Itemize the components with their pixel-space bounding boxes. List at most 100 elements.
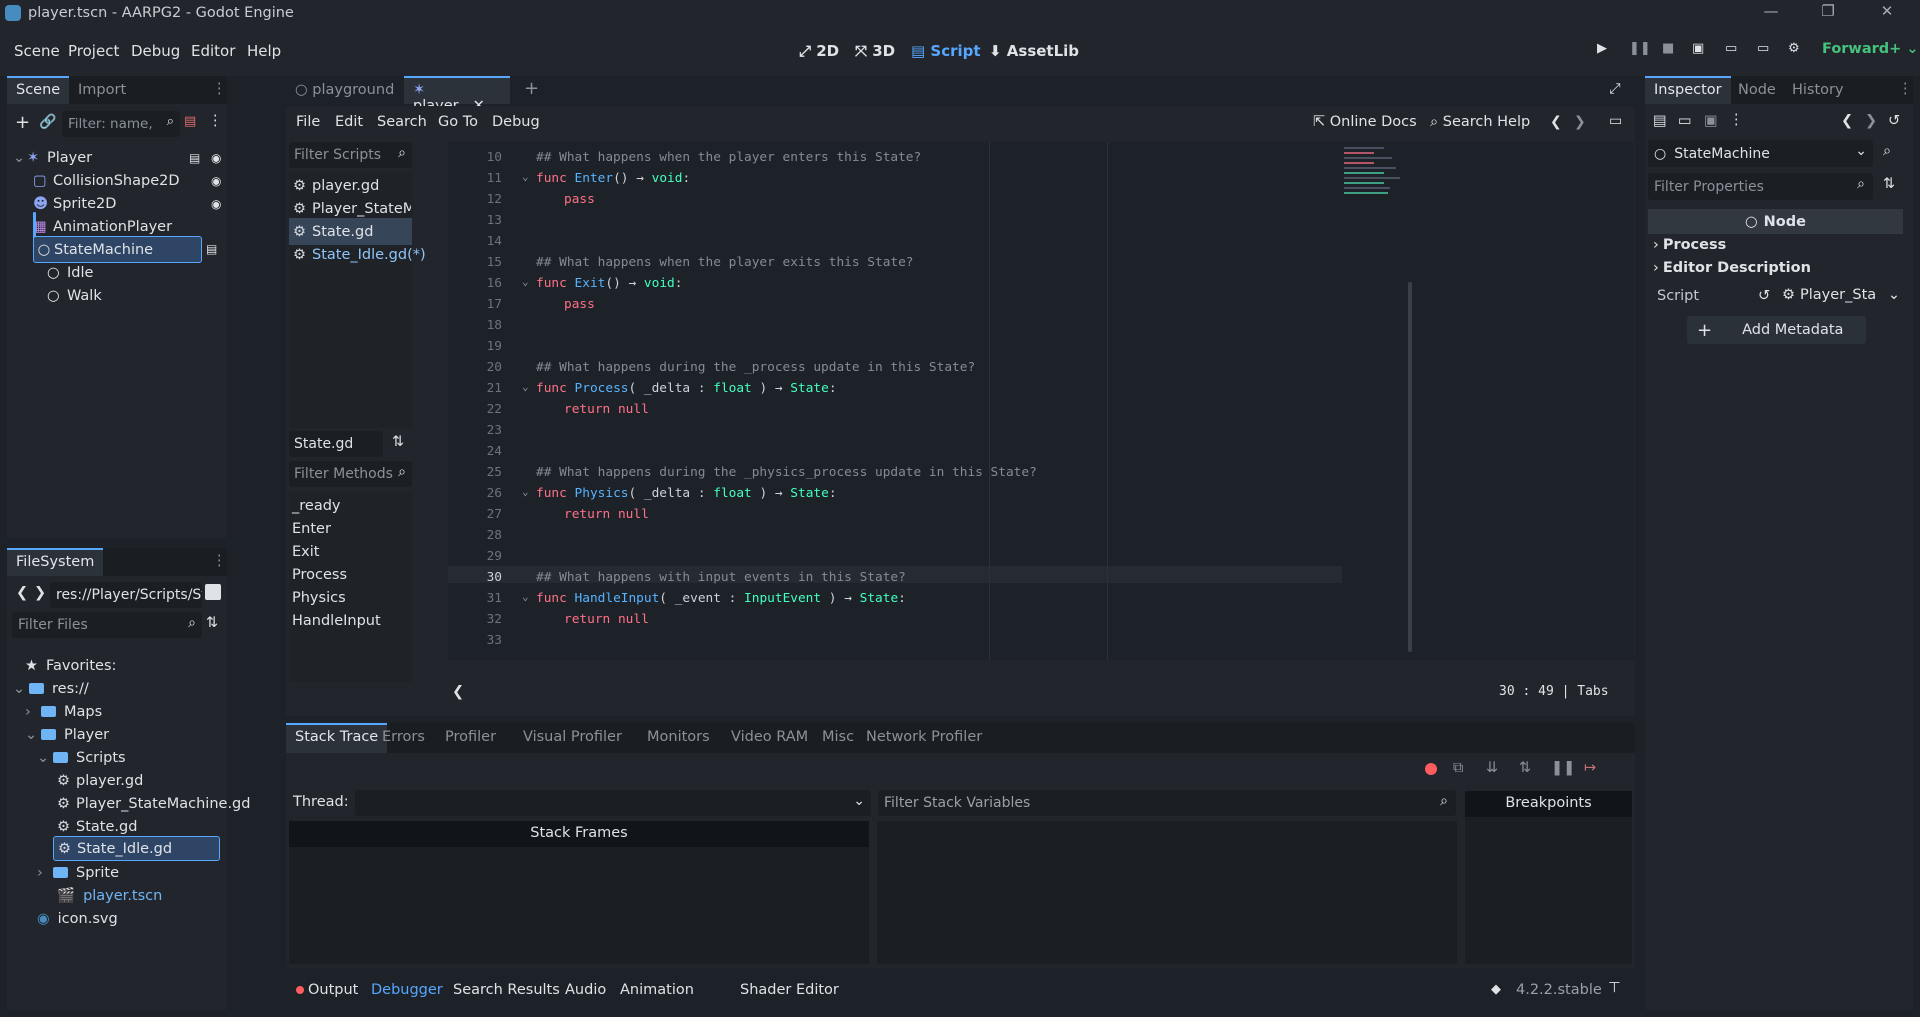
save-icon[interactable]: ▣ <box>1704 113 1718 129</box>
breakpoints-list[interactable]: Breakpoints <box>1465 791 1632 964</box>
step-into-icon[interactable]: ⇊ <box>1486 760 1498 776</box>
back-icon[interactable]: ❮ <box>16 585 28 601</box>
forward-icon[interactable]: ❯ <box>34 585 46 601</box>
process-section[interactable]: › Process <box>1653 237 1726 253</box>
minimap[interactable] <box>1344 144 1410 224</box>
tree-node-walk[interactable]: ○ Walk <box>47 282 197 309</box>
workspace-assetlib-button[interactable]: ⬇ AssetLib <box>989 42 1079 60</box>
play-custom-scene-icon[interactable]: ▭ <box>1757 41 1769 56</box>
next-script-icon[interactable]: ❯ <box>1574 114 1586 130</box>
code-scrollbar[interactable] <box>1408 282 1412 652</box>
fs-file-icon-svg[interactable]: ◉ icon.svg <box>37 905 118 932</box>
tab-filesystem[interactable]: FileSystem <box>7 548 104 576</box>
play-icon[interactable]: ▶ <box>1597 41 1607 56</box>
visibility-icon[interactable]: ◉ <box>211 151 221 165</box>
object-selector[interactable]: ○ StateMachine ⌄ <box>1648 140 1873 167</box>
stack-frames-list[interactable]: Stack Frames <box>289 821 869 964</box>
filter-stack-variables-input[interactable]: Filter Stack Variables ⌕ <box>878 790 1456 816</box>
scene-filter-input[interactable]: Filter: name, t:t ⌕ <box>62 111 180 137</box>
instance-scene-icon[interactable]: 🔗 <box>39 114 56 130</box>
tools-icon[interactable]: ⇅ <box>1883 176 1895 192</box>
menu-scene[interactable]: Scene <box>14 42 60 60</box>
tab-visual-profiler[interactable]: Visual Profiler <box>514 723 631 751</box>
workspace-script-button[interactable]: ▤ Script <box>911 42 981 60</box>
continue-icon[interactable]: ↦ <box>1584 760 1596 776</box>
attach-script-icon[interactable]: ▤ <box>184 114 196 129</box>
minimize-icon[interactable]: — <box>1760 2 1782 24</box>
bottom-tab-shader-editor[interactable]: Shader Editor <box>740 982 839 998</box>
script-icon[interactable]: ▤ <box>189 151 200 165</box>
tab-network-profiler[interactable]: Network Profiler <box>857 723 991 751</box>
history-back-icon[interactable]: ❮ <box>1841 113 1853 129</box>
tab-inspector[interactable]: Inspector <box>1645 76 1731 104</box>
toggle-scripts-panel-icon[interactable]: ❮ <box>452 684 464 700</box>
tab-errors[interactable]: Errors <box>373 723 434 751</box>
fold-icon[interactable]: ⌄ <box>522 380 529 393</box>
tab-history[interactable]: History <box>1783 76 1853 104</box>
script-menu-goto[interactable]: Go To <box>438 114 478 130</box>
filesystem-path-input[interactable]: res://Player/Scripts/State_I <box>50 582 202 608</box>
visibility-icon[interactable]: ◉ <box>211 174 221 188</box>
renderer-select[interactable]: Forward+ ⌄ <box>1822 41 1919 57</box>
tab-misc[interactable]: Misc <box>813 723 863 751</box>
bottom-tab-debugger[interactable]: Debugger <box>371 982 443 998</box>
history-forward-icon[interactable]: ❯ <box>1865 113 1877 129</box>
filter-methods-input[interactable]: Filter Methods ⌕ <box>289 461 412 487</box>
pause-icon[interactable]: ❚❚ <box>1629 41 1651 56</box>
script-item-state-idle-gd[interactable]: ⚙ State_Idle.gd(*) <box>293 241 426 268</box>
stop-icon[interactable]: ■ <box>1662 41 1674 56</box>
fs-file-state-idle-gd[interactable]: ⚙ State_Idle.gd <box>53 836 220 861</box>
menu-editor[interactable]: Editor <box>191 42 235 60</box>
bottom-tab-output[interactable]: Output <box>308 982 358 998</box>
sort-icon[interactable]: ⇅ <box>392 434 404 450</box>
filter-files-input[interactable]: Filter Files ⌕ <box>12 612 202 638</box>
script-menu-file[interactable]: File <box>296 114 320 130</box>
add-node-icon[interactable]: + <box>15 112 30 133</box>
tab-scene[interactable]: Scene <box>7 76 70 104</box>
remote-debug-icon[interactable]: ▣ <box>1692 41 1704 56</box>
fold-icon[interactable]: ⌄ <box>522 170 529 183</box>
fold-icon[interactable]: ⌄ <box>522 590 529 603</box>
more-icon[interactable]: ⋮ <box>1729 112 1744 128</box>
restore-icon[interactable]: ❐ <box>1817 2 1839 24</box>
movie-maker-icon[interactable]: ⚙ <box>1788 41 1800 56</box>
open-folder-icon[interactable]: ▭ <box>1678 113 1692 129</box>
workspace-2d-button[interactable]: ⤢ 2D <box>799 42 839 60</box>
script-icon[interactable]: ▤ <box>206 242 217 256</box>
fold-icon[interactable]: ⌄ <box>522 275 529 288</box>
fold-icon[interactable]: ⌄ <box>522 485 529 498</box>
filter-properties-input[interactable]: Filter Properties ⌕ <box>1648 173 1873 200</box>
add-tab-icon[interactable]: + <box>524 78 539 99</box>
tab-video-ram[interactable]: Video RAM <box>722 723 817 751</box>
break-icon[interactable]: ❚❚ <box>1551 760 1575 776</box>
expand-panel-icon[interactable]: ⊤ <box>1608 980 1621 996</box>
workspace-3d-button[interactable]: ⤧ 3D <box>855 42 895 60</box>
close-window-icon[interactable]: ✕ <box>1876 2 1898 24</box>
script-menu-search[interactable]: Search <box>377 114 427 130</box>
dock-menu-icon[interactable]: ⋮ <box>212 553 227 569</box>
indent-mode[interactable]: Tabs <box>1577 684 1608 699</box>
add-metadata-button[interactable]: + Add Metadata <box>1687 316 1866 344</box>
tab-monitors[interactable]: Monitors <box>638 723 719 751</box>
script-menu-edit[interactable]: Edit <box>335 114 363 130</box>
script-menu-debug[interactable]: Debug <box>492 114 540 130</box>
tab-import[interactable]: Import <box>69 76 135 104</box>
dock-menu-icon[interactable]: ⋮ <box>212 81 227 97</box>
record-icon[interactable] <box>1425 763 1437 775</box>
scene-tab-player[interactable]: ✶ player✕ <box>404 76 510 114</box>
filter-scripts-input[interactable]: Filter Scripts ⌕ <box>289 142 412 168</box>
sort-icon[interactable]: ⇅ <box>206 615 218 631</box>
editor-description-section[interactable]: › Editor Description <box>1653 260 1811 276</box>
scene-menu-icon[interactable]: ⋮ <box>208 113 223 129</box>
bottom-tab-animation[interactable]: Animation <box>620 982 694 998</box>
menu-project[interactable]: Project <box>68 42 119 60</box>
menu-help[interactable]: Help <box>247 42 281 60</box>
method-item[interactable]: HandleInput <box>292 607 381 634</box>
copy-icon[interactable]: ⧉ <box>1453 760 1463 776</box>
visibility-icon[interactable]: ◉ <box>211 197 221 211</box>
bottom-tab-search-results[interactable]: Search Results <box>453 982 560 998</box>
object-properties-icon[interactable]: ⌕ <box>1883 143 1891 159</box>
step-over-icon[interactable]: ⇅ <box>1519 760 1531 776</box>
scene-tab-playground[interactable]: ○ playground <box>286 76 403 104</box>
thread-select[interactable]: ⌄ <box>355 790 871 816</box>
